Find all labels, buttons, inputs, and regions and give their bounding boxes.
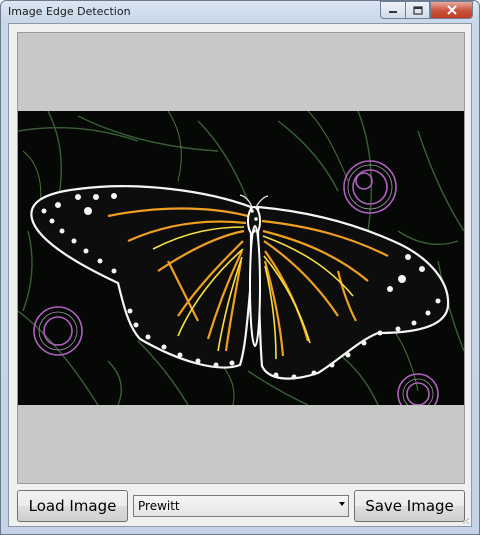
client-area: Load Image Prewitt Save Image bbox=[8, 23, 472, 527]
close-icon bbox=[446, 5, 457, 15]
chevron-down-icon bbox=[339, 502, 345, 506]
minimize-button[interactable] bbox=[380, 1, 405, 19]
filter-select-value: Prewitt bbox=[138, 499, 180, 513]
maximize-icon bbox=[412, 5, 423, 15]
close-button[interactable] bbox=[430, 1, 473, 19]
app-window: Image Edge Detection Load Image Prewitt … bbox=[0, 0, 480, 535]
title-bar[interactable]: Image Edge Detection bbox=[1, 1, 479, 23]
edge-detected-butterfly-image bbox=[18, 111, 464, 405]
load-image-button[interactable]: Load Image bbox=[17, 490, 128, 522]
save-image-button[interactable]: Save Image bbox=[354, 490, 465, 522]
minimize-icon bbox=[389, 11, 397, 13]
maximize-button[interactable] bbox=[405, 1, 430, 19]
window-title: Image Edge Detection bbox=[8, 5, 131, 18]
image-picture-box bbox=[17, 32, 465, 484]
filter-select[interactable]: Prewitt bbox=[133, 495, 349, 517]
window-controls bbox=[380, 1, 473, 19]
resize-grip-icon[interactable] bbox=[462, 517, 470, 525]
